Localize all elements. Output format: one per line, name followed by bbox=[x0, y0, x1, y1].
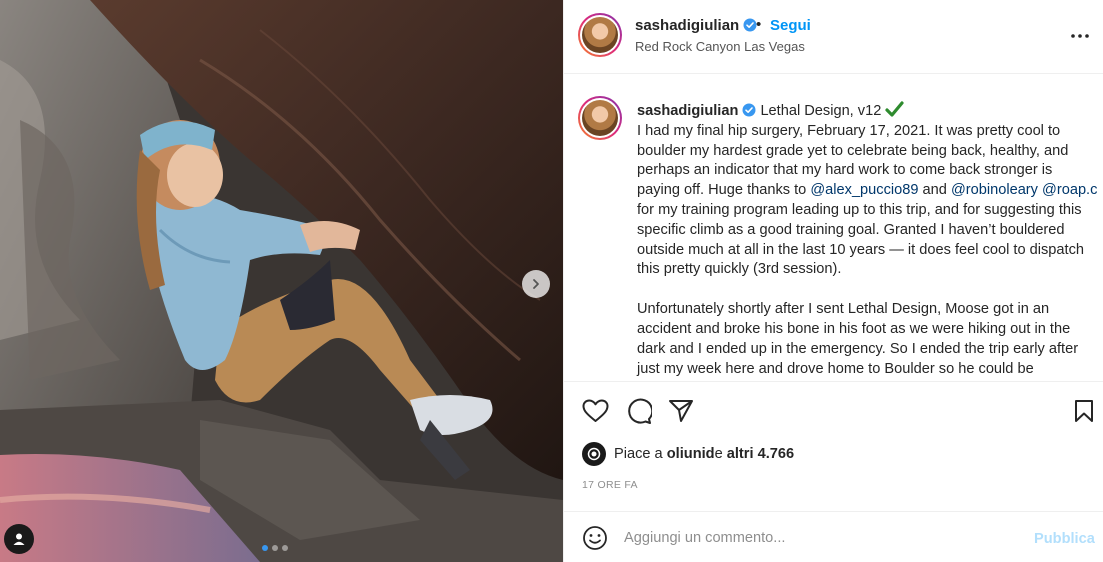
caption-segment: for my training program leading up to th… bbox=[637, 201, 1084, 278]
likes-conjunction: e bbox=[714, 446, 723, 462]
likes-summary: Piace a oliunid e altri 4.766 bbox=[582, 441, 794, 467]
caption-username-link[interactable]: sashadigiulian bbox=[637, 103, 738, 119]
caption-paragraph-2: Unfortunately shortly after I sent Letha… bbox=[637, 301, 1079, 377]
caption-section: sashadigiulian Lethal Design, v12 I had … bbox=[564, 74, 1103, 382]
separator-dot: • bbox=[756, 16, 762, 33]
comment-bar: Pubblica bbox=[564, 511, 1103, 562]
verified-badge-icon bbox=[742, 103, 756, 117]
publish-button[interactable]: Pubblica bbox=[1034, 531, 1095, 547]
mention-link[interactable]: @alex_puccio89 bbox=[810, 182, 918, 198]
comment-input[interactable] bbox=[624, 526, 1024, 550]
emoji-icon[interactable] bbox=[582, 525, 608, 551]
more-options-button[interactable] bbox=[1068, 24, 1092, 48]
more-horizontal-icon bbox=[1071, 34, 1089, 38]
chevron-right-icon bbox=[533, 279, 539, 289]
carousel-dot bbox=[272, 545, 278, 551]
comment-icon bbox=[627, 398, 652, 424]
likes-count-link[interactable]: altri 4.766 bbox=[727, 446, 794, 462]
user-tag-button[interactable] bbox=[4, 524, 34, 554]
check-mark-icon bbox=[885, 101, 904, 117]
location-link[interactable]: Red Rock Canyon Las Vegas bbox=[635, 39, 805, 54]
liker-username-link[interactable]: oliunid bbox=[667, 446, 715, 462]
save-button[interactable] bbox=[1069, 396, 1099, 426]
carousel-dot bbox=[262, 545, 268, 551]
post-timestamp[interactable]: 17 ORE FA bbox=[582, 479, 638, 491]
caption-title: Lethal Design, v12 bbox=[760, 103, 882, 119]
avatar[interactable] bbox=[578, 13, 622, 57]
user-tag-icon bbox=[13, 533, 25, 545]
caption-text: sashadigiulian Lethal Design, v12 I had … bbox=[637, 101, 1099, 379]
post-username-link[interactable]: sashadigiulian bbox=[635, 17, 757, 34]
post-photo bbox=[0, 0, 563, 562]
user-avatar-icon bbox=[587, 447, 601, 461]
profile-picture bbox=[582, 17, 618, 53]
carousel-indicator bbox=[262, 545, 288, 551]
profile-picture bbox=[582, 100, 618, 136]
caption-paragraph-1: I had my final hip surgery, February 17,… bbox=[637, 123, 1097, 278]
send-icon bbox=[669, 400, 693, 422]
avatar[interactable] bbox=[578, 96, 622, 140]
mention-link[interactable]: @robinoleary bbox=[951, 182, 1038, 198]
like-button[interactable] bbox=[580, 396, 610, 426]
carousel-next-button[interactable] bbox=[522, 270, 550, 298]
bookmark-icon bbox=[1075, 400, 1093, 422]
avatar[interactable] bbox=[582, 442, 606, 466]
likes-prefix: Piace a bbox=[614, 446, 663, 462]
post-sidebar: sashadigiulian • Segui Red Rock Canyon L… bbox=[563, 0, 1103, 562]
comment-button[interactable] bbox=[623, 396, 653, 426]
caption-segment: and bbox=[918, 182, 951, 199]
follow-button[interactable]: Segui bbox=[770, 17, 811, 34]
username-text: sashadigiulian bbox=[635, 17, 740, 34]
heart-icon bbox=[582, 399, 608, 422]
carousel-dot bbox=[282, 545, 288, 551]
share-button[interactable] bbox=[666, 396, 696, 426]
mention-link[interactable]: @roap.c bbox=[1042, 182, 1097, 198]
action-bar bbox=[564, 383, 1103, 439]
post-header: sashadigiulian • Segui Red Rock Canyon L… bbox=[564, 0, 1103, 74]
post-media[interactable] bbox=[0, 0, 563, 562]
